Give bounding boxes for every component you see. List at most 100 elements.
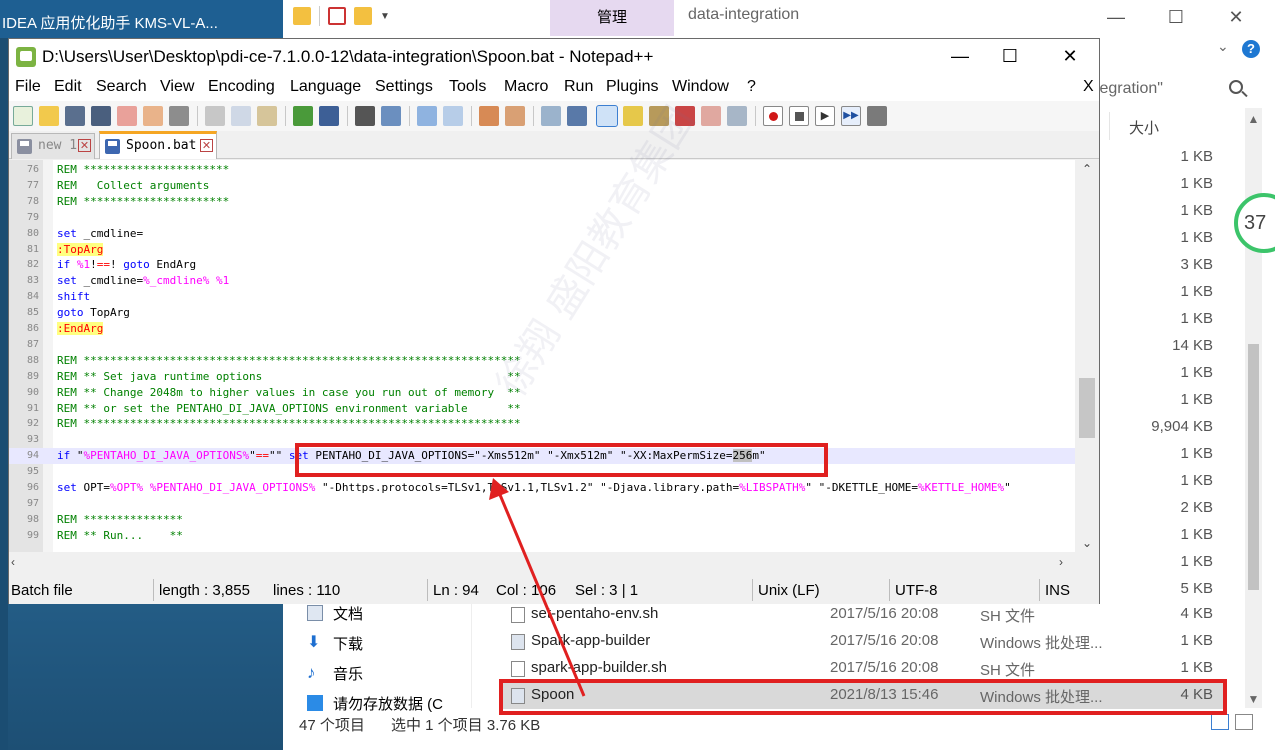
details-view-icon[interactable] (1211, 714, 1229, 730)
paste-icon[interactable] (257, 106, 277, 126)
maximize-button[interactable]: ☐ (985, 39, 1035, 73)
save-all-icon[interactable] (91, 106, 111, 126)
save-icon[interactable] (65, 106, 85, 126)
close-document-button[interactable]: X (1083, 78, 1094, 96)
help-icon[interactable]: ? (1242, 40, 1260, 58)
redo-icon[interactable] (319, 106, 339, 126)
menu-plugins[interactable]: Plugins (606, 78, 658, 96)
chevron-down-icon[interactable]: ▼ (380, 11, 390, 22)
close-button[interactable]: ✕ (1045, 39, 1095, 73)
editor-horizontal-scrollbar[interactable]: ‹ › (9, 552, 1099, 575)
print-icon[interactable] (169, 106, 189, 126)
large-icons-view-icon[interactable] (1235, 714, 1253, 730)
word-wrap-icon[interactable] (541, 106, 561, 126)
run-macro-multiple-icon[interactable]: ▶▶ (841, 106, 861, 126)
folder-icon[interactable] (293, 7, 311, 25)
indent-guide-icon[interactable] (596, 105, 618, 127)
tab-spoon-bat[interactable]: Spoon.bat ✕ (99, 131, 217, 159)
file-row[interactable]: set-pentaho-env.sh 2017/5/16 20:08 SH 文件… (503, 601, 1223, 628)
divider (319, 6, 320, 26)
open-file-icon[interactable] (39, 106, 59, 126)
menu-macro[interactable]: Macro (504, 78, 548, 96)
code-line[interactable]: 78 REM ********************** (9, 194, 1075, 210)
maximize-button[interactable]: ☐ (1153, 2, 1199, 32)
properties-icon[interactable] (328, 7, 346, 25)
close-file-icon[interactable] (117, 106, 137, 126)
line-code: REM ************************************… (57, 417, 521, 431)
menu-tools[interactable]: Tools (449, 78, 486, 96)
menu-encoding[interactable]: Encoding (208, 78, 275, 96)
code-line[interactable]: 97 (9, 496, 1075, 512)
code-line[interactable]: 79 (9, 210, 1075, 226)
close-all-icon[interactable] (143, 106, 163, 126)
scroll-right-icon[interactable]: › (1059, 555, 1063, 569)
item-count: 47 个项目 (299, 717, 365, 734)
code-line[interactable]: 98 REM *************** (9, 512, 1075, 528)
menu-help[interactable]: ? (747, 78, 756, 96)
divider (889, 579, 890, 601)
close-button[interactable]: ✕ (1213, 2, 1259, 32)
expand-ribbon-chevron-icon[interactable]: ⌄ (1217, 38, 1229, 55)
scroll-down-icon[interactable]: ▼ (1245, 692, 1262, 706)
line-number: 83 (26, 275, 39, 287)
menu-file[interactable]: File (15, 78, 41, 96)
minimize-button[interactable]: — (1093, 2, 1139, 32)
record-macro-icon[interactable] (763, 106, 783, 126)
menu-run[interactable]: Run (564, 78, 593, 96)
scroll-up-icon[interactable]: ⌃ (1075, 162, 1099, 176)
file-row[interactable]: spark-app-builder.sh 2017/5/16 20:08 SH … (503, 655, 1223, 682)
code-line[interactable]: 82 if %1!==! goto EndArg (9, 257, 1075, 273)
menu-view[interactable]: View (160, 78, 194, 96)
menu-window[interactable]: Window (672, 78, 729, 96)
scroll-down-icon[interactable]: ⌄ (1075, 536, 1099, 550)
menu-search[interactable]: Search (96, 78, 147, 96)
tab-manage[interactable]: 管理 (550, 0, 674, 36)
sync-vertical-icon[interactable] (479, 106, 499, 126)
code-line[interactable]: 96 set OPT=%OPT% %PENTAHO_DI_JAVA_OPTIONS… (9, 480, 1075, 496)
new-file-icon[interactable] (13, 106, 33, 126)
sync-horizontal-icon[interactable] (505, 106, 525, 126)
search-icon[interactable] (1229, 80, 1243, 94)
editor-vertical-scrollbar[interactable]: ⌃ ⌄ (1075, 160, 1099, 552)
zoom-in-icon[interactable] (417, 106, 437, 126)
nav-item-music[interactable]: ♪ 音乐 (307, 658, 477, 688)
menu-language[interactable]: Language (290, 78, 361, 96)
cut-icon[interactable] (205, 106, 225, 126)
replace-icon[interactable] (381, 106, 401, 126)
code-line[interactable]: 80 set _cmdline= (9, 226, 1075, 242)
user-language-icon[interactable] (623, 106, 643, 126)
new-folder-icon[interactable] (354, 7, 372, 25)
monitoring-icon[interactable] (727, 106, 747, 126)
nav-item-downloads[interactable]: ⬇ 下载 (307, 628, 477, 658)
minimize-button[interactable]: — (935, 39, 985, 73)
column-header-size[interactable]: 大小 (1129, 117, 1159, 138)
menu-edit[interactable]: Edit (54, 78, 82, 96)
scroll-thumb[interactable] (1248, 344, 1259, 590)
toolbar: ▶ ▶▶ (9, 101, 1099, 131)
code-line[interactable]: 76 REM ********************** (9, 162, 1075, 178)
tab-new-1[interactable]: new 1 ✕ (11, 133, 95, 159)
save-macro-icon[interactable] (867, 106, 887, 126)
desktop-shortcut-titles[interactable]: IDEA 应用优化助手 KMS-VL-A... (2, 12, 218, 33)
playback-icon[interactable]: ▶ (815, 106, 835, 126)
scroll-up-icon[interactable]: ▲ (1245, 112, 1262, 126)
stop-recording-icon[interactable] (789, 106, 809, 126)
line-number: 88 (26, 354, 39, 366)
scroll-left-icon[interactable]: ‹ (11, 555, 15, 569)
code-line[interactable]: 81:TopArg (9, 242, 1075, 258)
find-icon[interactable] (355, 106, 375, 126)
copy-icon[interactable] (231, 106, 251, 126)
close-icon[interactable]: ✕ (78, 139, 91, 152)
show-all-characters-icon[interactable] (567, 106, 587, 126)
scroll-thumb[interactable] (1079, 378, 1095, 438)
code-line[interactable]: 99 REM ** Run... ** (9, 528, 1075, 544)
zoom-out-icon[interactable] (443, 106, 463, 126)
line-number: 93 (26, 434, 39, 446)
undo-icon[interactable] (293, 106, 313, 126)
code-line[interactable]: 77 REM Collect arguments (9, 178, 1075, 194)
folder-as-workspace-icon[interactable] (701, 106, 721, 126)
menu-settings[interactable]: Settings (375, 78, 433, 96)
code-line[interactable]: 92 REM **********************************… (9, 416, 1075, 432)
close-icon[interactable]: ✕ (200, 139, 213, 152)
file-row[interactable]: Spark-app-builder 2017/5/16 20:08 Window… (503, 628, 1223, 655)
